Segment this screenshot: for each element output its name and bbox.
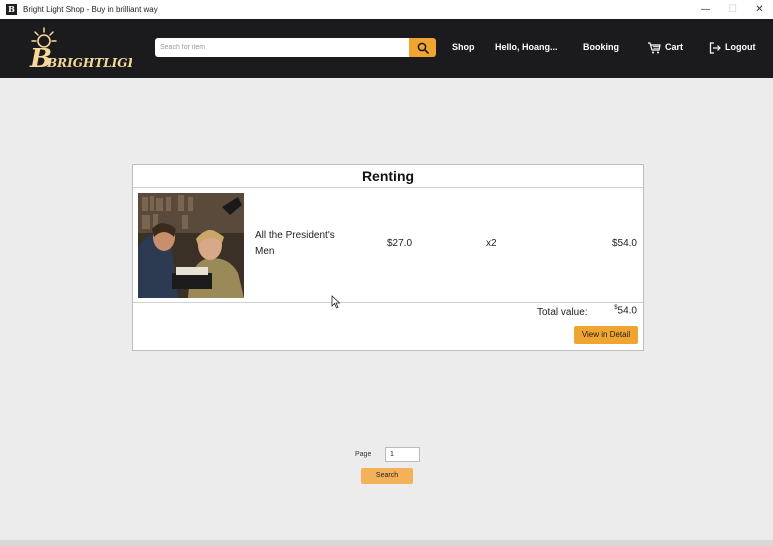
close-button[interactable]: ✕ bbox=[746, 0, 773, 19]
total-label: Total value: bbox=[537, 307, 588, 318]
logout-icon bbox=[709, 42, 721, 54]
nav-booking[interactable]: Booking bbox=[583, 38, 619, 57]
window-bottom-edge bbox=[0, 540, 773, 546]
window-title-bar: B Bright Light Shop - Buy in brilliant w… bbox=[0, 0, 773, 20]
search-button[interactable] bbox=[409, 38, 436, 57]
nav-user-greeting[interactable]: Hello, Hoang... bbox=[495, 38, 558, 57]
window-title: Bright Light Shop - Buy in brilliant way bbox=[23, 5, 158, 14]
window-controls: — ☐ ✕ bbox=[692, 0, 773, 19]
nav-cart[interactable]: Cart bbox=[647, 38, 683, 57]
nav-logout-label: Logout bbox=[725, 42, 756, 52]
cart-icon bbox=[648, 42, 661, 54]
page-number-input[interactable] bbox=[385, 447, 420, 462]
app-header: B BRIGHTLIGHT Shop Hello, Hoang... Booki… bbox=[0, 19, 773, 78]
total-value: $54.0 bbox=[614, 305, 637, 316]
mouse-cursor-icon bbox=[331, 295, 341, 309]
renting-title: Renting bbox=[133, 165, 643, 188]
total-amount: 54.0 bbox=[617, 305, 637, 317]
item-name: All the President's Men bbox=[255, 230, 335, 257]
nav-cart-label: Cart bbox=[665, 42, 684, 52]
movie-thumbnail[interactable] bbox=[138, 193, 244, 298]
page-label: Page bbox=[355, 451, 372, 458]
item-quantity: x2 bbox=[486, 238, 497, 249]
app-icon: B bbox=[6, 4, 17, 15]
page-search-button[interactable]: Search bbox=[361, 468, 413, 484]
view-detail-button[interactable]: View in Detail bbox=[574, 326, 638, 344]
renting-card: Renting All the President's Men $27.0 x2… bbox=[132, 164, 644, 351]
search-icon bbox=[417, 42, 429, 54]
rental-item-row: All the President's Men $27.0 x2 $54.0 bbox=[133, 188, 643, 303]
minimize-button[interactable]: — bbox=[692, 0, 719, 19]
item-price: $27.0 bbox=[387, 238, 413, 249]
nav-logout[interactable]: Logout bbox=[709, 38, 756, 57]
search-input[interactable] bbox=[155, 38, 409, 57]
logo-text: BRIGHTLIGHT bbox=[46, 56, 132, 70]
brightlight-logo[interactable]: B BRIGHTLIGHT bbox=[28, 25, 132, 75]
maximize-button: ☐ bbox=[728, 4, 737, 15]
nav-shop[interactable]: Shop bbox=[452, 38, 475, 57]
item-subtotal: $54.0 bbox=[611, 238, 637, 249]
